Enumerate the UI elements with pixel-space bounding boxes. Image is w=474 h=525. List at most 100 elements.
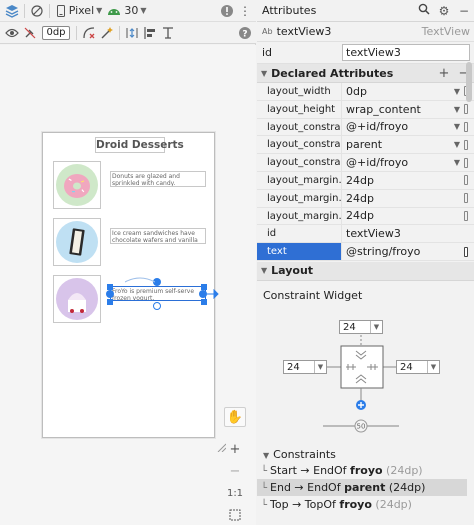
resource-picker-icon[interactable] (464, 193, 468, 204)
dropdown-icon[interactable]: ▼ (450, 105, 464, 114)
attribute-value[interactable]: textView3 (346, 227, 474, 240)
declared-attributes-header[interactable]: ▼ Declared Attributes + − (257, 64, 474, 83)
resource-picker-icon[interactable] (464, 246, 468, 257)
constraint-row-start[interactable]: └ Start → EndOf froyo (24dp) (257, 462, 467, 479)
attribute-row-id[interactable]: id textView3 (257, 225, 474, 244)
eye-icon[interactable] (3, 23, 21, 43)
bottom-constraint-handle[interactable] (153, 302, 161, 310)
constraint-diagram[interactable]: 50 (257, 315, 462, 433)
attribute-key: layout_margin... (257, 207, 342, 225)
zoom-actual-size-button[interactable]: 1:1 (224, 483, 246, 503)
clear-constraints-icon[interactable] (80, 23, 98, 43)
layout-canvas[interactable]: Droid Desserts Donuts are glazed and spr… (0, 45, 256, 525)
resource-picker-icon[interactable] (464, 121, 468, 132)
resource-picker-icon[interactable] (464, 210, 468, 221)
panel-scrollbar[interactable] (466, 62, 472, 102)
component-type: TextView (421, 25, 470, 38)
dropdown-icon[interactable]: ▼ (450, 158, 464, 167)
collapse-triangle-icon[interactable]: ▼ (261, 69, 267, 78)
pan-hand-icon[interactable]: ✋ (224, 407, 246, 427)
attribute-row-constraint-start[interactable]: layout_constra... @+id/froyo ▼ (257, 118, 474, 137)
add-attribute-icon[interactable]: + (434, 66, 454, 81)
attribute-row-margin-2[interactable]: layout_margin... 24dp (257, 189, 474, 208)
device-frame[interactable]: Droid Desserts Donuts are glazed and spr… (42, 132, 219, 438)
gear-icon[interactable]: ⚙ (434, 4, 454, 18)
attribute-value[interactable]: 24dp (346, 209, 464, 222)
froyo-icon (56, 278, 98, 320)
resize-handle-bottom-right[interactable] (201, 299, 207, 305)
ice-cream-sandwich-image[interactable] (53, 218, 101, 266)
attribute-key: layout_margin... (257, 189, 342, 207)
zoom-in-icon[interactable]: + (224, 439, 246, 459)
android-icon (108, 8, 121, 15)
declared-attributes-list: layout_width 0dp ▼ layout_height wrap_con… (257, 83, 474, 261)
end-constraint-handle[interactable] (199, 290, 207, 298)
attribute-row-layout-width[interactable]: layout_width 0dp ▼ (257, 83, 474, 101)
dropdown-icon[interactable]: ▼ (450, 87, 464, 96)
bias-slider-value[interactable]: 50 (357, 423, 366, 431)
dropdown-icon[interactable]: ▼ (450, 140, 464, 149)
search-icon[interactable] (414, 3, 434, 18)
attribute-row-constraint-top[interactable]: layout_constra... @+id/froyo ▼ (257, 154, 474, 172)
constraint-margin: (24dp) (375, 498, 412, 511)
attribute-value[interactable]: 24dp (346, 174, 464, 187)
attribute-row-constraint-end[interactable]: layout_constra... parent ▼ (257, 136, 474, 155)
default-margins[interactable]: 0dp (39, 23, 73, 43)
resource-picker-icon[interactable] (464, 104, 468, 115)
zoom-to-fit-icon[interactable] (224, 505, 246, 525)
resource-picker-icon[interactable] (464, 139, 468, 150)
selected-component-row: Ab textView3 TextView (257, 22, 474, 42)
attribute-row-margin-3[interactable]: layout_margin... 24dp (257, 207, 474, 226)
froyo-description-selected[interactable]: FroYo is premium self-serve frozen yogur… (110, 286, 206, 301)
align-icon[interactable] (141, 23, 159, 43)
night-mode-icon[interactable] (28, 1, 46, 21)
panel-title: Attributes (262, 4, 317, 17)
layout-section-header[interactable]: ▼ Layout (257, 261, 474, 281)
device-selector[interactable]: Pixel ▼ (53, 1, 105, 21)
froyo-image[interactable] (53, 275, 101, 323)
id-field[interactable]: textView3 (342, 44, 470, 61)
constraints-header[interactable]: ▼ Constraints (257, 447, 467, 462)
attribute-value[interactable]: @+id/froyo (346, 120, 450, 133)
resize-handle-bottom-left[interactable] (107, 299, 113, 305)
app-title[interactable]: Droid Desserts (95, 137, 184, 153)
pack-icon[interactable] (123, 23, 141, 43)
infer-constraints-icon[interactable] (98, 23, 116, 43)
dropdown-icon[interactable]: ▼ (450, 122, 464, 131)
attribute-row-text[interactable]: text @string/froyo (257, 243, 474, 261)
end-arrow-icon (207, 289, 219, 299)
api-level-selector[interactable]: 30 ▼ (105, 1, 149, 21)
attribute-row-margin-1[interactable]: layout_margin... 24dp (257, 171, 474, 190)
attribute-value[interactable]: @+id/froyo (346, 156, 450, 169)
constraint-row-end[interactable]: └ End → EndOf parent (24dp) (257, 479, 467, 496)
minimize-icon[interactable]: − (454, 4, 474, 18)
collapse-triangle-icon[interactable]: ▼ (261, 266, 267, 275)
attribute-value[interactable]: parent (346, 138, 450, 151)
constraint-row-top[interactable]: └ Top → TopOf froyo (24dp) (257, 496, 467, 513)
start-constraint-handle[interactable] (106, 290, 114, 298)
chevron-down-icon: ▼ (96, 6, 103, 15)
autoconnect-off-icon[interactable] (21, 23, 39, 43)
resource-picker-icon[interactable] (464, 175, 468, 186)
zoom-out-icon[interactable]: − (224, 461, 246, 481)
donut-description[interactable]: Donuts are glazed and sprinkled with can… (110, 171, 206, 187)
attribute-row-layout-height[interactable]: layout_height wrap_content ▼ (257, 100, 474, 119)
resource-picker-icon[interactable] (464, 157, 468, 168)
donut-icon (56, 164, 98, 206)
help-icon[interactable]: ? (236, 23, 254, 43)
collapse-triangle-icon[interactable]: ▼ (263, 451, 269, 460)
ice-cream-sandwich-description[interactable]: Ice cream sandwiches have chocolate wafe… (110, 228, 206, 244)
attribute-key: layout_constra... (257, 118, 342, 136)
donut-image[interactable] (53, 161, 101, 209)
warnings-icon[interactable] (218, 1, 236, 21)
constraint-widget: 24 ▼ 24 ▼ 24 ▼ 50 (257, 315, 462, 433)
constraint-margin: (24dp) (386, 464, 423, 477)
layers-icon[interactable] (3, 1, 21, 21)
more-options-icon[interactable]: ⋮ (236, 1, 254, 21)
attribute-value[interactable]: @string/froyo (346, 245, 464, 258)
resize-handle-top-left[interactable] (107, 284, 113, 290)
guidelines-icon[interactable] (159, 23, 177, 43)
attribute-value[interactable]: wrap_content (346, 103, 450, 116)
attribute-value[interactable]: 0dp (346, 85, 450, 98)
attribute-value[interactable]: 24dp (346, 192, 464, 205)
